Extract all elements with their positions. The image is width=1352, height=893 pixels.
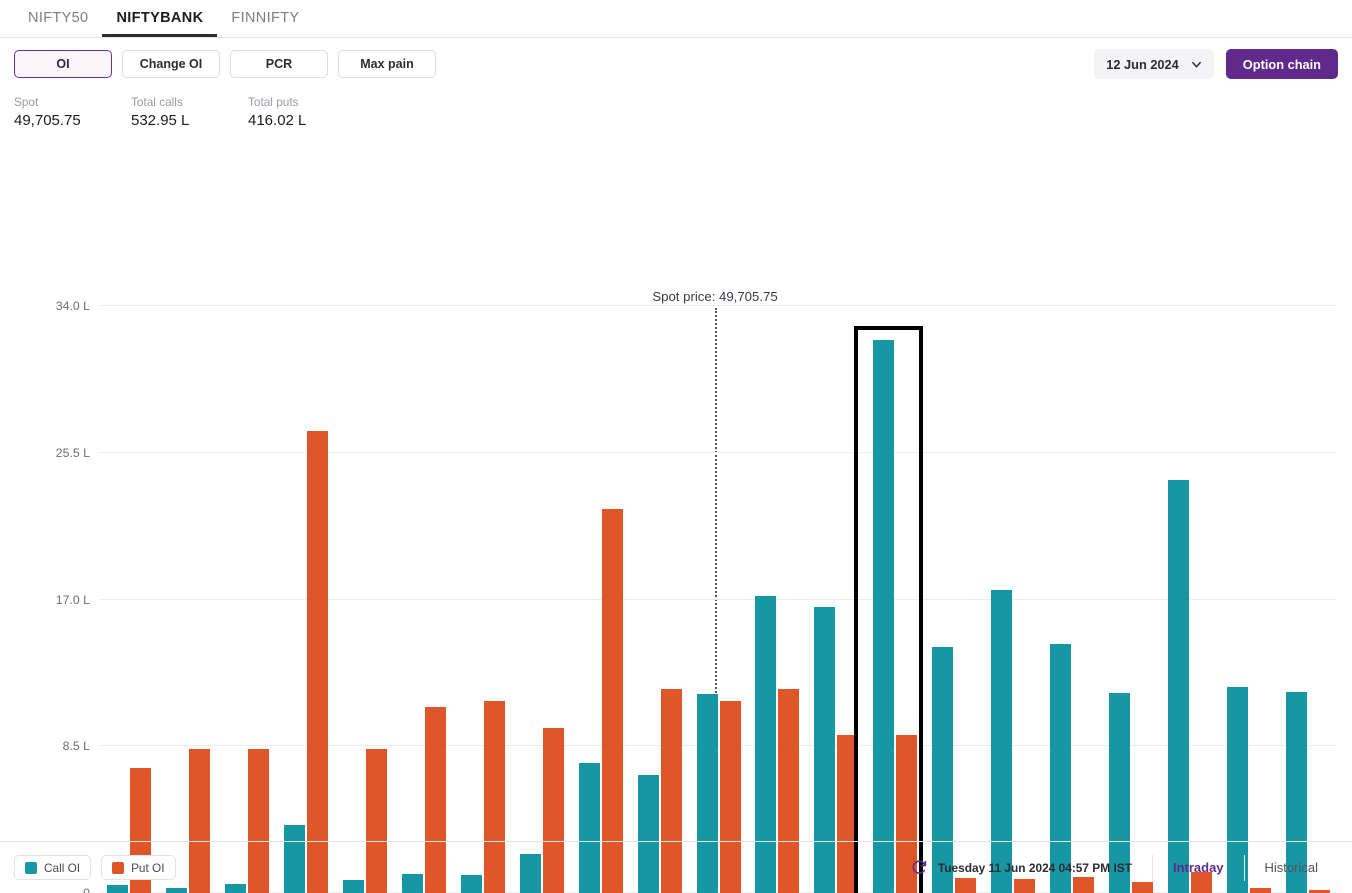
bar-group[interactable] <box>453 306 512 893</box>
chart-legend: Call OI Put OI <box>14 855 176 880</box>
stat-total-calls-label: Total calls <box>131 95 183 109</box>
stat-total-puts-label: Total puts <box>248 95 299 109</box>
legend-label-put-oi: Put OI <box>131 860 165 875</box>
bar-group[interactable] <box>1043 306 1102 893</box>
bar-group[interactable] <box>277 306 336 893</box>
tab-niftybank[interactable]: NIFTYBANK <box>102 10 218 37</box>
last-updated-group: Tuesday 11 Jun 2024 04:57 PM IST <box>911 859 1152 876</box>
metric-button-change-oi[interactable]: Change OI <box>122 50 220 78</box>
stat-total-puts-value: 416.02 L <box>248 112 307 129</box>
expiry-date-value: 12 Jun 2024 <box>1106 56 1179 72</box>
plot-area <box>100 305 1337 893</box>
oi-chart: Spot price: 49,705.75 0 8.5 L 17.0 L 25.5 L… <box>0 136 1352 893</box>
bar-group[interactable] <box>512 306 571 893</box>
summary-stats: Spot 49,705.75 Total calls 532.95 L Tota… <box>0 90 1352 136</box>
bar-put-oi[interactable] <box>307 431 329 893</box>
legend-item-call-oi[interactable]: Call OI <box>14 855 92 880</box>
last-updated-timestamp: Tuesday 11 Jun 2024 04:57 PM IST <box>937 860 1132 875</box>
chevron-down-icon <box>1191 61 1201 67</box>
tab-finnifty[interactable]: FINNIFTY <box>217 10 313 38</box>
y-axis-tick-label: 17.0 L <box>55 592 90 607</box>
legend-swatch-put <box>112 861 125 874</box>
bar-group[interactable] <box>571 306 630 893</box>
stat-spot: Spot 49,705.75 <box>14 94 131 136</box>
bar-group[interactable] <box>218 306 277 893</box>
bar-series-container <box>100 306 1337 893</box>
bar-group[interactable] <box>100 306 159 893</box>
instrument-tabbar: NIFTY50 NIFTYBANK FINNIFTY <box>0 0 1352 38</box>
metric-button-pcr[interactable]: PCR <box>230 50 328 78</box>
spot-price-annotation: Spot price: 49,705.75 <box>652 289 778 304</box>
y-axis-tick-label: 25.5 L <box>55 445 90 460</box>
bar-group[interactable] <box>630 306 689 893</box>
refresh-icon[interactable] <box>911 859 928 876</box>
bar-call-oi[interactable] <box>1167 480 1189 893</box>
toolbar-right-group: 12 Jun 2024 Option chain <box>1094 49 1338 79</box>
chart-footer: Call OI Put OI Tuesday 11 Jun 2024 04:57… <box>0 841 1352 893</box>
bar-group[interactable] <box>395 306 454 893</box>
bar-group[interactable] <box>1101 306 1160 893</box>
bar-group[interactable] <box>984 306 1043 893</box>
bar-group[interactable] <box>807 306 866 893</box>
stat-spot-value: 49,705.75 <box>14 112 81 129</box>
bar-group[interactable] <box>748 306 807 893</box>
y-axis-tick-label: 8.5 L <box>62 739 90 754</box>
tab-nifty50[interactable]: NIFTY50 <box>14 10 102 38</box>
bar-group[interactable] <box>866 306 925 893</box>
stat-total-puts: Total puts 416.02 L <box>248 94 306 136</box>
view-button-intraday[interactable]: Intraday <box>1153 855 1244 881</box>
chart-toolbar: OI Change OI PCR Max pain 12 Jun 2024 Op… <box>0 38 1352 90</box>
metric-button-oi[interactable]: OI <box>14 50 112 78</box>
legend-swatch-call <box>25 861 37 874</box>
bar-group[interactable] <box>925 306 984 893</box>
bar-group[interactable] <box>159 306 218 893</box>
legend-item-put-oi[interactable]: Put OI <box>101 855 176 880</box>
metric-button-max-pain[interactable]: Max pain <box>338 50 436 78</box>
bar-group[interactable] <box>1219 306 1278 893</box>
legend-label-call-oi: Call OI <box>44 860 81 875</box>
metric-button-group: OI Change OI PCR Max pain <box>14 50 436 78</box>
bar-group[interactable] <box>336 306 395 893</box>
bar-call-oi[interactable] <box>873 339 895 893</box>
expiry-date-select[interactable]: 12 Jun 2024 <box>1094 49 1214 79</box>
y-axis-tick-label: 34.0 L <box>55 299 90 313</box>
bar-put-oi[interactable] <box>601 508 623 893</box>
footer-right-group: Tuesday 11 Jun 2024 04:57 PM IST Intrada… <box>911 854 1338 881</box>
bar-group[interactable] <box>1160 306 1219 893</box>
stat-total-calls-value: 532.95 L <box>131 112 190 129</box>
option-chain-button[interactable]: Option chain <box>1225 49 1338 79</box>
view-button-historical[interactable]: Historical <box>1245 855 1338 881</box>
bar-group[interactable] <box>1278 306 1337 893</box>
stat-spot-label: Spot <box>14 95 39 109</box>
bar-group[interactable] <box>689 306 748 893</box>
stat-total-calls: Total calls 532.95 L <box>131 94 248 136</box>
